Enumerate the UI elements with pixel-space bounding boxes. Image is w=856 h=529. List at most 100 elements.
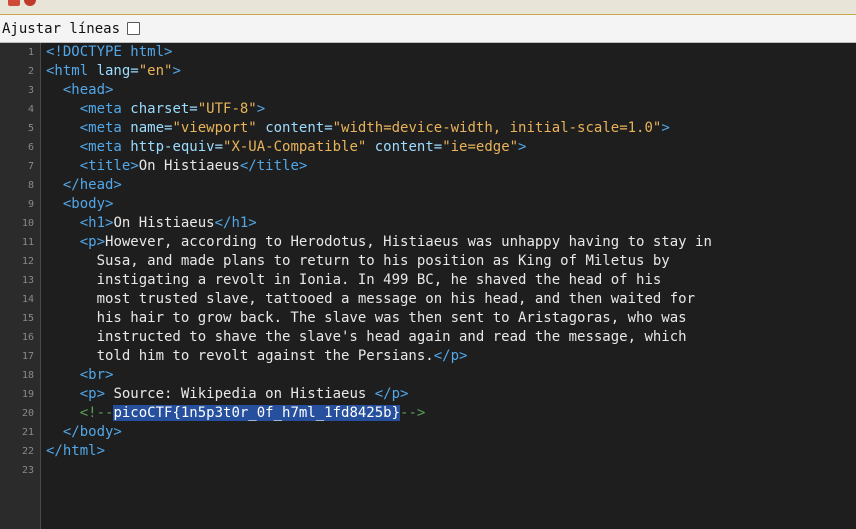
code-line: 14 most trusted slave, tattooed a messag… bbox=[0, 290, 856, 309]
line-number: 22 bbox=[21, 446, 34, 457]
code-token: "viewport" bbox=[172, 120, 257, 136]
code-text: <title>On Histiaeus</title> bbox=[46, 157, 308, 176]
code-token: http-equiv= bbox=[130, 139, 224, 155]
code-token: On Histiaeus bbox=[138, 158, 240, 174]
code-token: </p> bbox=[433, 348, 468, 364]
code-token: <title> bbox=[46, 158, 139, 174]
code-token: </p> bbox=[374, 386, 409, 402]
code-text: Susa, and made plans to return to his po… bbox=[46, 252, 670, 271]
code-token: <p> bbox=[46, 386, 106, 402]
code-token: <!-- bbox=[46, 405, 114, 421]
code-token: instructed to shave the slave's head aga… bbox=[46, 329, 687, 345]
code-token: his hair to grow back. The slave was the… bbox=[46, 310, 687, 326]
line-number: 5 bbox=[27, 123, 34, 134]
code-token: </body> bbox=[46, 424, 122, 440]
code-token: told him to revolt against the Persians. bbox=[46, 348, 434, 364]
code-text: </body> bbox=[46, 423, 122, 442]
code-token: > bbox=[256, 101, 266, 117]
window-top-strip bbox=[0, 0, 856, 15]
code-line: 4 <meta charset="UTF-8"> bbox=[0, 100, 856, 119]
code-text: <!DOCTYPE html> bbox=[46, 43, 172, 62]
code-token: "UTF-8" bbox=[197, 101, 257, 117]
source-code-view[interactable]: 1 <!DOCTYPE html> 2 <html lang="en"> 3 <head… bbox=[0, 43, 856, 529]
code-token: lang= bbox=[96, 63, 139, 79]
line-number: 21 bbox=[21, 427, 34, 438]
code-text: <meta name="viewport" content="width=dev… bbox=[46, 119, 670, 138]
line-number: 4 bbox=[27, 104, 34, 115]
code-token: name= bbox=[130, 120, 173, 136]
code-line: 11 <p>However, according to Herodotus, H… bbox=[0, 233, 856, 252]
code-token: <head> bbox=[46, 82, 114, 98]
code-token: <body> bbox=[46, 196, 114, 212]
code-token: Source: Wikipedia on Histiaeus bbox=[105, 386, 375, 402]
code-text: <!--picoCTF{1n5p3t0r_0f_h7ml_1fd8425b}--… bbox=[46, 404, 425, 423]
code-line: 8 </head> bbox=[0, 176, 856, 195]
code-line: 1 <!DOCTYPE html> bbox=[0, 43, 856, 62]
line-number: 14 bbox=[21, 294, 34, 305]
line-number: 15 bbox=[21, 313, 34, 324]
view-source-toolbar: Ajustar líneas bbox=[0, 15, 856, 43]
code-line: 17 told him to revolt against the Persia… bbox=[0, 347, 856, 366]
code-token: <h1> bbox=[46, 215, 114, 231]
code-line: 15 his hair to grow back. The slave was … bbox=[0, 309, 856, 328]
code-token: "en" bbox=[138, 63, 173, 79]
code-token: instigating a revolt in Ionia. In 499 BC… bbox=[46, 272, 662, 288]
line-number: 20 bbox=[21, 408, 34, 419]
code-text: his hair to grow back. The slave was the… bbox=[46, 309, 687, 328]
code-line: 7 <title>On Histiaeus</title> bbox=[0, 157, 856, 176]
code-line: 9 <body> bbox=[0, 195, 856, 214]
code-token: However, according to Herodotus, Histiae… bbox=[105, 234, 712, 250]
code-token: > bbox=[661, 120, 670, 136]
code-line: 6 <meta http-equiv="X-UA-Compatible" con… bbox=[0, 138, 856, 157]
wrap-lines-label: Ajustar líneas bbox=[2, 20, 121, 37]
code-text: told him to revolt against the Persians.… bbox=[46, 347, 468, 366]
code-line: 20 <!--picoCTF{1n5p3t0r_0f_h7ml_1fd8425b… bbox=[0, 404, 856, 423]
code-line: 22 </html> bbox=[0, 442, 856, 461]
code-line: 2 <html lang="en"> bbox=[0, 62, 856, 81]
code-line: 23 bbox=[0, 461, 856, 480]
code-text: <meta http-equiv="X-UA-Compatible" conte… bbox=[46, 138, 527, 157]
line-number: 3 bbox=[27, 85, 34, 96]
record-icon bbox=[24, 0, 36, 6]
code-token: Susa, and made plans to return to his po… bbox=[46, 253, 670, 269]
code-text: <br> bbox=[46, 366, 114, 385]
code-token: content= bbox=[374, 139, 443, 155]
code-line: 5 <meta name="viewport" content="width=d… bbox=[0, 119, 856, 138]
line-number: 9 bbox=[27, 199, 34, 210]
line-number: 8 bbox=[27, 180, 34, 191]
code-token: </html> bbox=[46, 443, 106, 459]
line-number: 13 bbox=[21, 275, 34, 286]
line-number: 11 bbox=[21, 237, 34, 248]
code-text: </head> bbox=[46, 176, 122, 195]
code-text: <body> bbox=[46, 195, 114, 214]
code-text: instigating a revolt in Ionia. In 499 BC… bbox=[46, 271, 662, 290]
code-token: <p> bbox=[46, 234, 106, 250]
code-text: instructed to shave the slave's head aga… bbox=[46, 328, 687, 347]
line-number: 19 bbox=[21, 389, 34, 400]
code-token: "width=device-width, initial-scale=1.0" bbox=[332, 120, 662, 136]
wrap-lines-checkbox[interactable] bbox=[127, 22, 141, 35]
code-token: <html bbox=[46, 63, 97, 79]
line-number: 10 bbox=[21, 218, 34, 229]
code-token: "ie=edge" bbox=[442, 139, 519, 155]
code-token: </head> bbox=[46, 177, 122, 193]
line-number: 16 bbox=[21, 332, 34, 343]
code-text: </html> bbox=[46, 442, 105, 461]
code-token: > bbox=[172, 63, 181, 79]
code-text: <html lang="en"> bbox=[46, 62, 181, 81]
code-text: <p>However, according to Herodotus, Hist… bbox=[46, 233, 712, 252]
code-text: <p> Source: Wikipedia on Histiaeus </p> bbox=[46, 385, 409, 404]
code-token: most trusted slave, tattooed a message o… bbox=[46, 291, 696, 307]
code-line: 3 <head> bbox=[0, 81, 856, 100]
code-token: charset= bbox=[130, 101, 198, 117]
selected-flag-text: picoCTF{1n5p3t0r_0f_h7ml_1fd8425b} bbox=[113, 405, 401, 421]
line-number: 23 bbox=[21, 465, 34, 476]
line-number: 12 bbox=[21, 256, 34, 267]
code-token: <meta bbox=[46, 101, 131, 117]
code-token: <meta bbox=[46, 120, 131, 136]
code-token: On Histiaeus bbox=[113, 215, 215, 231]
code-text: most trusted slave, tattooed a message o… bbox=[46, 290, 695, 309]
code-token: "X-UA-Compatible" bbox=[223, 139, 367, 155]
code-line: 16 instructed to shave the slave's head … bbox=[0, 328, 856, 347]
